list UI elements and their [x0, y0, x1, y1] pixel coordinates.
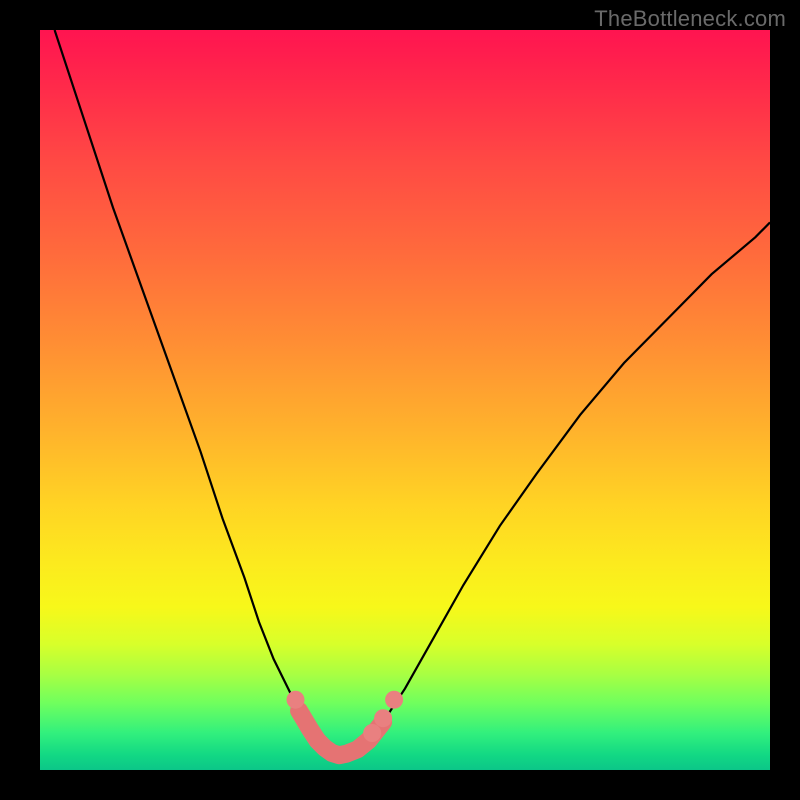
bottleneck-curve [55, 30, 770, 755]
plot-area [40, 30, 770, 770]
highlight-dot [374, 709, 392, 727]
highlight-dot [385, 691, 403, 709]
highlight-dot [363, 724, 381, 742]
chart-frame: TheBottleneck.com [0, 0, 800, 800]
watermark-text: TheBottleneck.com [594, 6, 786, 32]
curve-overlay [40, 30, 770, 770]
highlight-dot [287, 691, 305, 709]
